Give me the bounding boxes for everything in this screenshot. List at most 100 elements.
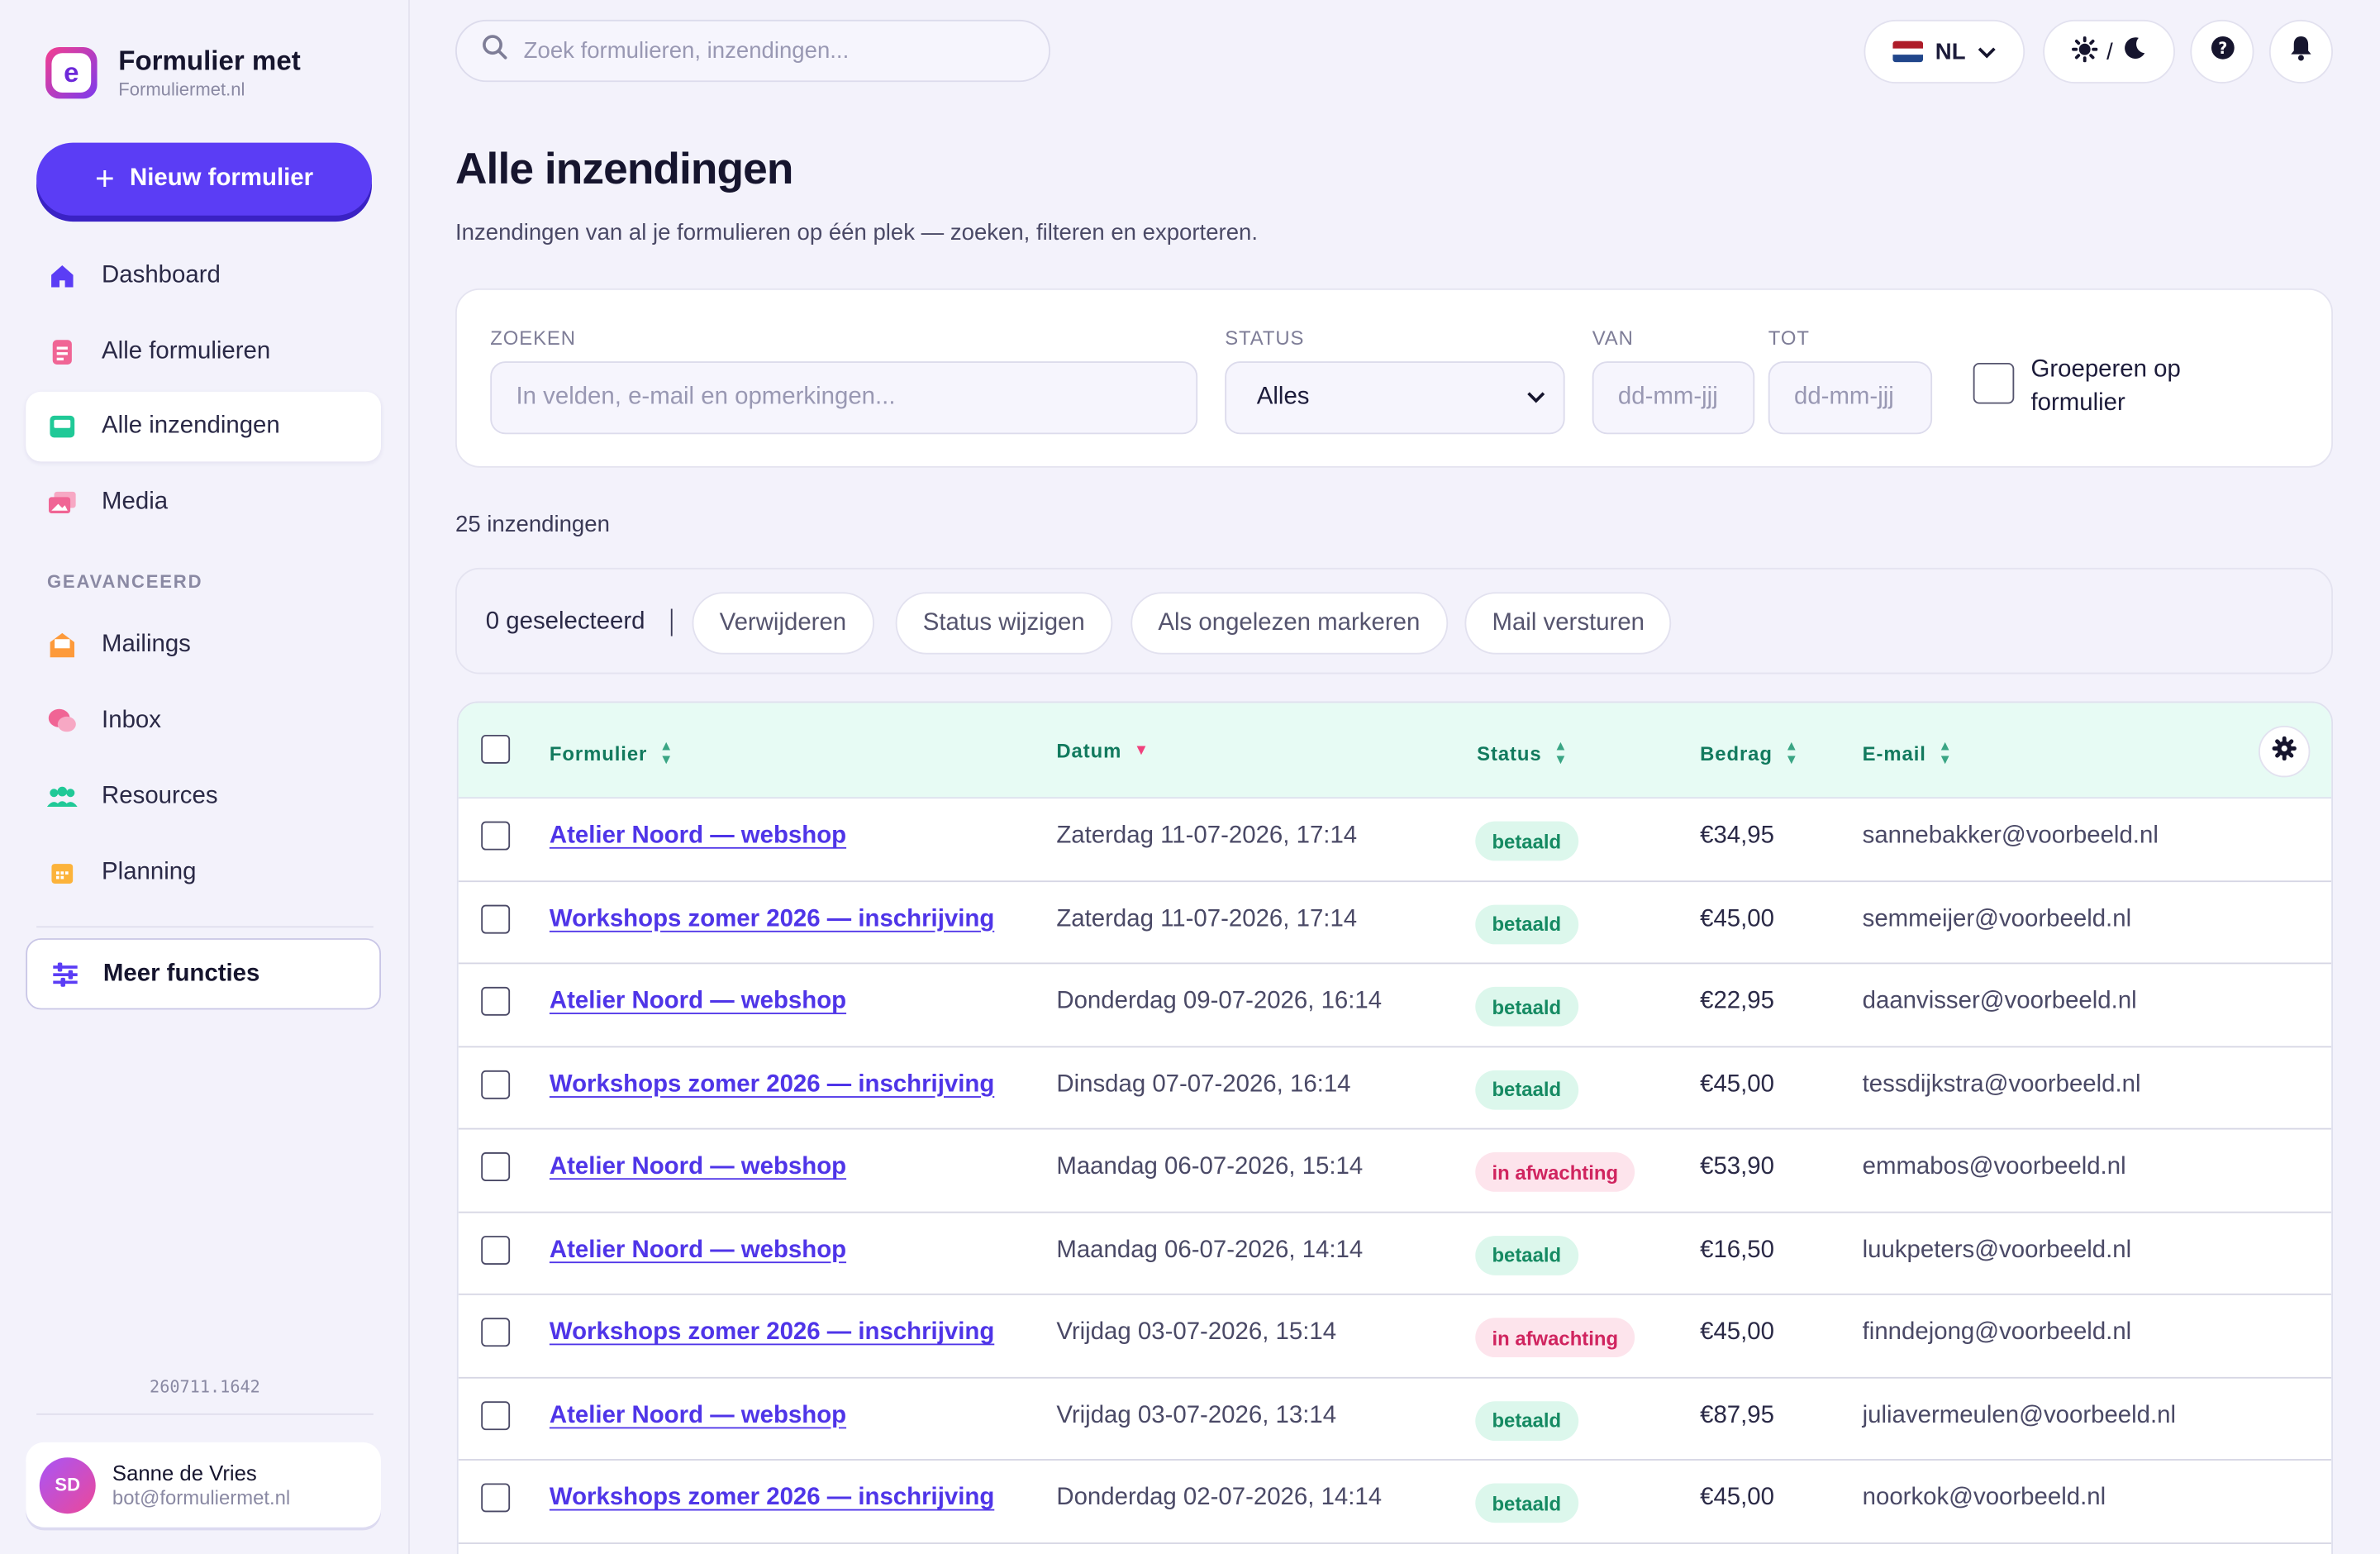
sidebar-item-inbox[interactable]: Inbox [26, 686, 381, 756]
more-features-button[interactable]: Meer functies [26, 938, 382, 1010]
table-row[interactable]: Atelier Noord — webshop Zaterdag 11-07-20… [458, 798, 2332, 882]
amount: €34,95 [1700, 822, 1774, 849]
sidebar-item-label: Dashboard [102, 262, 221, 288]
brand[interactable]: e Formulier met Formuliermet.nl [45, 45, 301, 100]
section-label-advanced: GEAVANCEERD [46, 570, 203, 593]
column-header-form[interactable]: Formulier ▲ ▼ [550, 739, 674, 766]
help-button[interactable]: ? [2190, 19, 2254, 84]
column-header-status[interactable]: Status ▲ ▼ [1477, 739, 1568, 766]
change-status-button[interactable]: Status wijzigen [895, 592, 1112, 655]
column-header-date[interactable]: Datum ▼ [1056, 739, 1150, 762]
status-badge: betaald [1475, 821, 1578, 861]
to-date-input[interactable] [1768, 361, 1933, 435]
user-card[interactable]: SD Sanne de Vries bot@formuliermet.nl [26, 1442, 382, 1528]
chat-icon [47, 706, 78, 736]
form-link[interactable]: Atelier Noord — webshop [550, 1154, 846, 1181]
sun-icon [2071, 35, 2098, 68]
row-checkbox[interactable] [481, 1318, 511, 1347]
status-badge: betaald [1475, 1400, 1578, 1441]
table-row[interactable]: Workshops zomer 2026 — inschrijving Dinsd… [458, 1046, 2332, 1130]
row-checkbox[interactable] [481, 1069, 511, 1099]
form-link[interactable]: Atelier Noord — webshop [550, 822, 846, 850]
column-header-email[interactable]: E-mail ▲ ▼ [1863, 739, 1953, 766]
table-row[interactable]: Workshops zomer 2026 — inschrijving Vrijd… [458, 1295, 2332, 1378]
form-link[interactable]: Workshops zomer 2026 — inschrijving [550, 906, 994, 933]
submission-date: Dinsdag 07-07-2026, 16:14 [1056, 1070, 1351, 1098]
form-link[interactable]: Atelier Noord — webshop [550, 989, 846, 1016]
column-settings-button[interactable] [2259, 725, 2311, 778]
brand-subtitle: Formuliermet.nl [118, 79, 245, 101]
filter-card: ZOEKEN STATUS Alles VAN TOT Groeperen op… [455, 288, 2334, 468]
table-row[interactable]: Atelier Noord — webshop Vrijdag 03-07-202… [458, 1378, 2332, 1461]
filter-search-input[interactable] [490, 361, 1198, 435]
submission-date: Donderdag 02-07-2026, 14:14 [1056, 1485, 1383, 1511]
notifications-button[interactable] [2268, 19, 2334, 84]
to-label: TOT [1768, 326, 1810, 350]
status-badge: in afwachting [1475, 1318, 1635, 1358]
status-select[interactable]: Alles [1225, 361, 1565, 435]
theme-toggle[interactable]: / [2043, 19, 2175, 84]
table-row[interactable]: Workshops zomer 2026 — inschrijving Zater… [458, 881, 2332, 965]
sidebar-divider [36, 926, 374, 928]
send-mail-button[interactable]: Mail versturen [1464, 592, 1673, 655]
column-header-amount[interactable]: Bedrag ▲ ▼ [1700, 739, 1799, 766]
mark-unread-button[interactable]: Als ongelezen markeren [1130, 592, 1448, 655]
new-form-button[interactable]: + Nieuw formulier [36, 142, 372, 216]
group-by-form-label: Groeperen op formulier [2030, 356, 2181, 417]
form-link[interactable]: Atelier Noord — webshop [550, 1237, 846, 1264]
moon-icon [2122, 36, 2146, 67]
amount: €16,50 [1700, 1236, 1774, 1263]
sidebar-item-planning[interactable]: Planning [26, 838, 381, 908]
form-link[interactable]: Atelier Noord — webshop [550, 1402, 846, 1429]
group-by-form-checkbox[interactable] [1973, 362, 2015, 404]
row-checkbox[interactable] [481, 1483, 511, 1513]
bell-icon [2289, 35, 2313, 68]
sidebar-item-mailings[interactable]: Mailings [26, 610, 381, 679]
sidebar-item-label: Resources [102, 783, 218, 809]
row-checkbox[interactable] [481, 1235, 511, 1265]
row-checkbox[interactable] [481, 903, 511, 933]
page-subtitle: Inzendingen van al je formulieren op één… [455, 220, 1259, 246]
sidebar-item-label: Mailings [102, 632, 191, 658]
from-label: VAN [1592, 326, 1634, 350]
row-checkbox[interactable] [481, 1152, 511, 1181]
email: luukpeters@voorbeeld.nl [1862, 1236, 2132, 1263]
sidebar-item-label: Planning [102, 859, 197, 885]
sliders-icon [51, 961, 79, 986]
table-row[interactable]: Atelier Noord — webshop Donderdag 09-07-2… [458, 964, 2332, 1047]
sidebar-item-dashboard[interactable]: Dashboard [26, 241, 381, 311]
from-date-input[interactable] [1592, 361, 1755, 435]
sort-icon: ▲ ▼ [659, 737, 674, 767]
language-select[interactable]: NL [1864, 19, 2025, 84]
table-row[interactable]: Workshops zomer 2026 — inschrijving Donde… [458, 1461, 2332, 1544]
bulk-separator [670, 608, 673, 636]
table-row[interactable]: Atelier Noord — webshop Maandag 06-07-202… [458, 1213, 2332, 1295]
status-badge: in afwachting [1475, 1152, 1635, 1192]
form-link[interactable]: Workshops zomer 2026 — inschrijving [550, 1071, 994, 1099]
new-form-label: Nieuw formulier [129, 165, 314, 192]
global-search[interactable] [455, 19, 1050, 83]
form-link[interactable]: Workshops zomer 2026 — inschrijving [550, 1319, 994, 1347]
global-search-input[interactable] [523, 37, 1010, 64]
delete-button[interactable]: Verwijderen [692, 592, 874, 655]
search-label: ZOEKEN [490, 326, 576, 350]
select-all-checkbox[interactable] [481, 734, 511, 764]
row-checkbox[interactable] [481, 1400, 511, 1430]
sidebar-item-resources[interactable]: Resources [26, 762, 381, 832]
gear-icon [2272, 735, 2297, 768]
theme-separator: / [2106, 38, 2113, 65]
sidebar-item-media[interactable]: Media [26, 468, 381, 537]
calendar-icon [47, 858, 78, 889]
sidebar: e Formulier met Formuliermet.nl + Nieuw … [0, 0, 410, 1554]
submission-date: Vrijdag 03-07-2026, 15:14 [1056, 1319, 1337, 1346]
sidebar-item-submissions[interactable]: Alle inzendingen [26, 392, 382, 463]
email: juliavermeulen@voorbeeld.nl [1862, 1402, 2177, 1428]
submission-date: Vrijdag 03-07-2026, 13:14 [1056, 1402, 1337, 1428]
row-checkbox[interactable] [481, 821, 511, 851]
form-link[interactable]: Workshops zomer 2026 — inschrijving [550, 1485, 994, 1512]
table-row[interactable]: Atelier Noord — webshop Maandag 06-07-202… [458, 1130, 2332, 1213]
sidebar-item-forms[interactable]: Alle formulieren [26, 317, 381, 386]
amount: €45,00 [1700, 905, 1774, 932]
row-checkbox[interactable] [481, 986, 511, 1016]
amount: €45,00 [1700, 1070, 1774, 1098]
